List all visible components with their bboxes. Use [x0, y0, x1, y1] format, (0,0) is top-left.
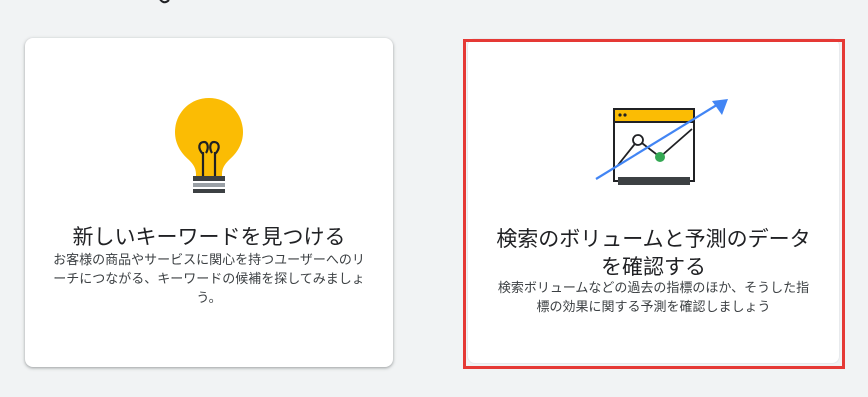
- card-title: 新しいキーワードを見つける: [72, 225, 346, 249]
- card-description: お客様の商品やサービスに関心を持つユーザーへのリーチにつながる、キーワードの候補…: [53, 253, 365, 306]
- card-description: 検索ボリュームなどの過去の指標のほか、そうした指標の効果に関する予測を確認しまし…: [497, 281, 810, 315]
- card-title: 検索のボリュームと予測のデータを確認する: [496, 227, 811, 279]
- forecast-chart-icon: [595, 99, 728, 185]
- discover-keywords-card[interactable]: 新しいキーワードを見つける お客様の商品やサービスに関心を持つユーザーへのリーチ…: [25, 38, 393, 367]
- lightbulb-icon: [175, 98, 243, 193]
- volume-forecast-card[interactable]: 検索のボリュームと予測のデータを確認する 検索ボリュームなどの過去の指標のほか、…: [467, 38, 840, 364]
- keyword-planner-start: 新しいキーワードを見つける お客様の商品やサービスに関心を持つユーザーへのリーチ…: [0, 0, 868, 397]
- partial-icon: [159, 0, 170, 4]
